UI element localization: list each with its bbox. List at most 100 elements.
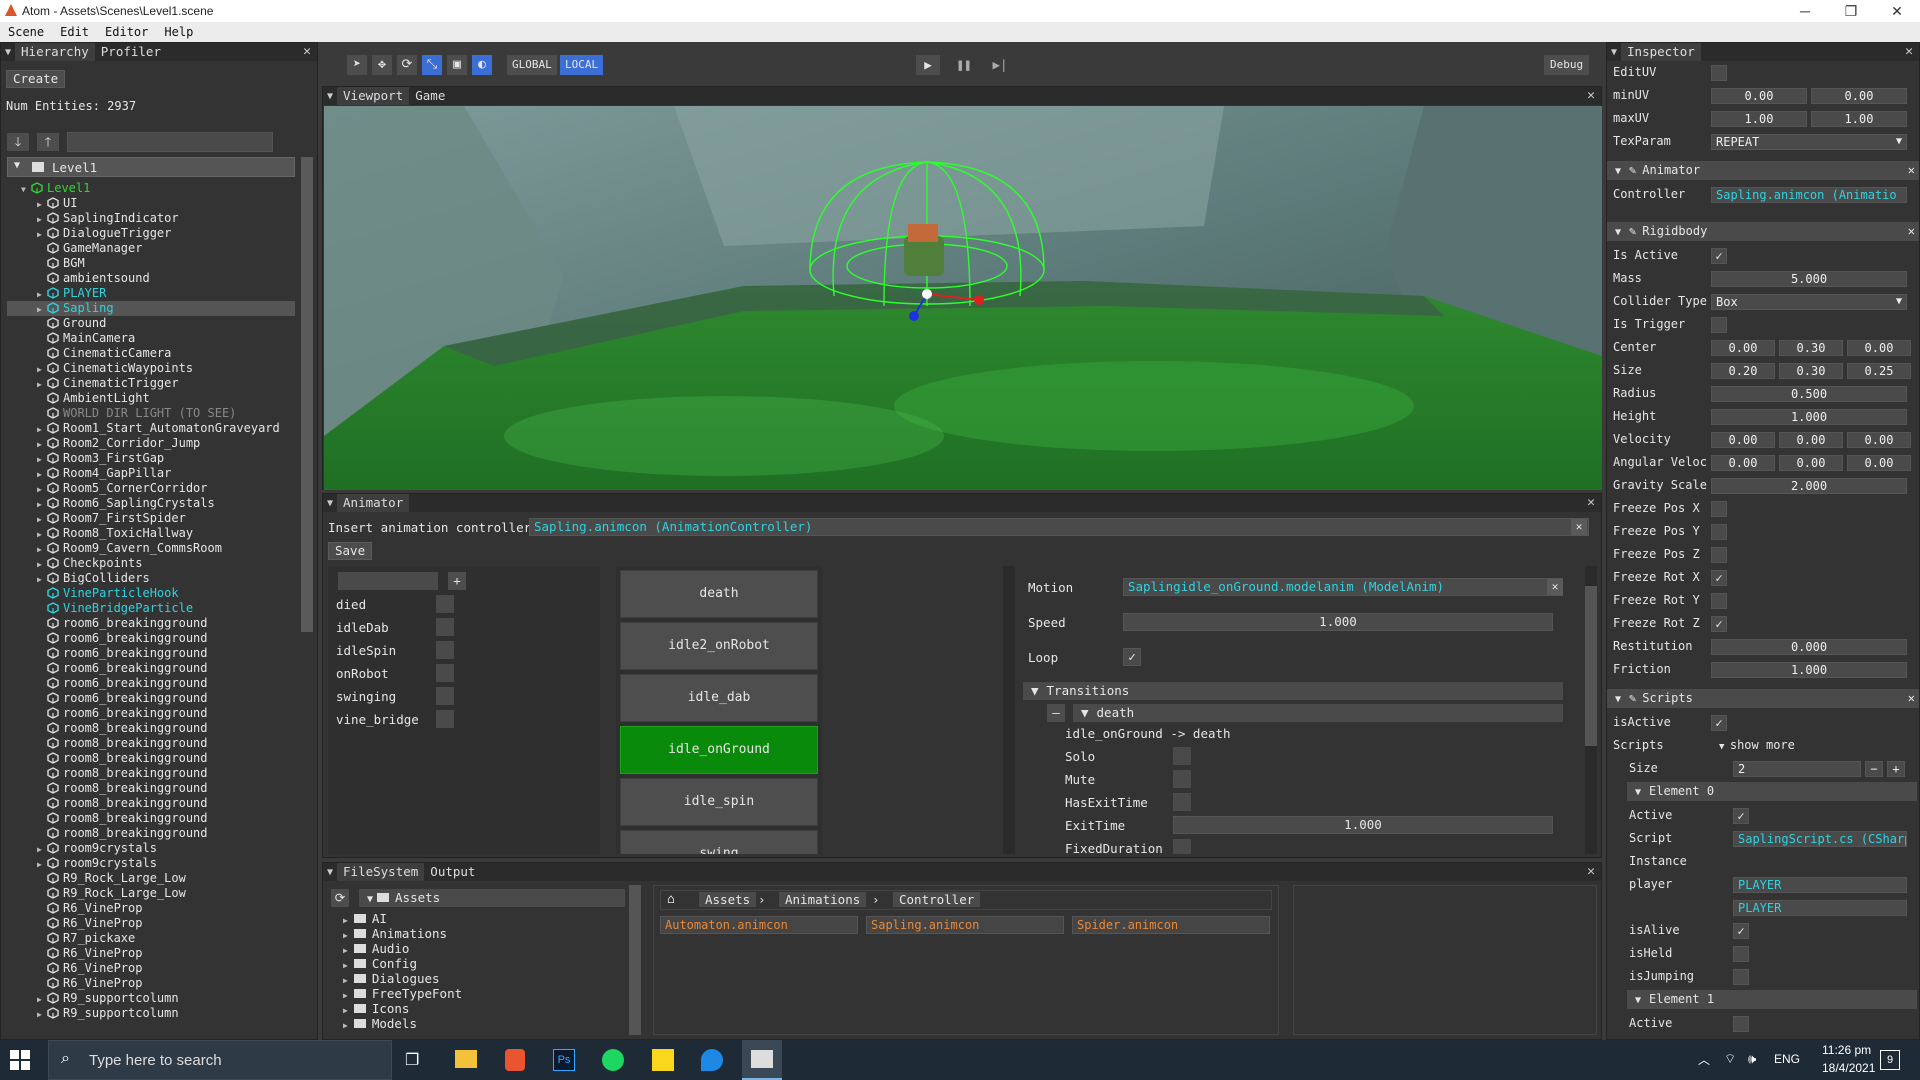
tree-item[interactable]: room6_breakingground (7, 631, 295, 646)
tree-item[interactable]: ▶ UI (7, 196, 295, 211)
chevron-right-icon[interactable]: ▶ (37, 572, 47, 587)
close-icon[interactable]: ✕ (1908, 161, 1915, 180)
tree-item[interactable]: ▶ SaplingIndicator (7, 211, 295, 226)
debug-button[interactable]: Debug (1544, 55, 1590, 75)
collapse-icon[interactable]: ▼ (323, 91, 337, 102)
chevron-right-icon[interactable]: ▶ (37, 227, 47, 242)
anim-state-button[interactable]: swing (620, 830, 818, 854)
chevron-up-icon[interactable]: ︿ (1698, 1051, 1710, 1068)
number-field[interactable]: 0.30 (1779, 363, 1843, 379)
number-field[interactable]: 0.00 (1847, 432, 1911, 448)
controller-field[interactable]: Sapling.animcon (Animatio (1711, 187, 1907, 203)
chevron-right-icon[interactable]: ▶ (37, 542, 47, 557)
fixed-checkbox[interactable] (1173, 839, 1191, 854)
hierarchy-search-input[interactable] (67, 132, 273, 152)
play-icon[interactable]: ▶ (916, 55, 940, 75)
number-field[interactable]: 0.00 (1711, 88, 1807, 104)
number-field[interactable]: 0.00 (1847, 455, 1911, 471)
close-button[interactable]: ✕ (1874, 0, 1920, 22)
details-scroll-thumb[interactable] (1585, 586, 1597, 746)
tree-item[interactable]: R9_Rock_Large_Low (7, 871, 295, 886)
increment-button[interactable]: + (1887, 761, 1905, 777)
tree-item[interactable]: room8_breakingground (7, 826, 295, 841)
mute-checkbox[interactable] (1173, 770, 1191, 788)
chevron-right-icon[interactable]: ▶ (37, 422, 47, 437)
move-down-icon[interactable]: 🡓 (7, 133, 29, 151)
tree-item[interactable]: R6_VineProp (7, 976, 295, 991)
tree-item[interactable]: ▶ R9_supportcolumn (7, 1006, 295, 1021)
tree-item[interactable]: VineBridgeParticle (7, 601, 295, 616)
hierarchy-scrollbar[interactable] (301, 157, 313, 632)
move-up-icon[interactable]: 🡑 (37, 133, 59, 151)
chevron-right-icon[interactable]: ▶ (37, 437, 47, 452)
component-header[interactable]: ▼ ✎ Rigidbody ✕ (1607, 222, 1919, 241)
tab-animator[interactable]: Animator (337, 494, 410, 512)
number-field[interactable]: 1.00 (1711, 111, 1807, 127)
clear-controller-icon[interactable]: ✕ (1571, 519, 1587, 535)
chevron-down-icon[interactable]: ▼ (21, 182, 31, 197)
tree-item[interactable]: room8_breakingground (7, 721, 295, 736)
checkbox[interactable]: ✓ (1711, 248, 1727, 264)
tree-item[interactable]: room8_breakingground (7, 736, 295, 751)
spotify-icon[interactable] (602, 1049, 624, 1071)
param-checkbox[interactable] (436, 664, 454, 682)
checkbox[interactable]: ✓ (1711, 616, 1727, 632)
create-button[interactable]: Create (6, 70, 66, 88)
collapse-icon[interactable]: ▼ (1, 47, 15, 58)
clear-motion-icon[interactable]: ✕ (1547, 579, 1563, 595)
tree-item[interactable]: ▶ R9_supportcolumn (7, 991, 295, 1006)
close-icon[interactable]: ✕ (1908, 222, 1915, 241)
tree-item[interactable]: ▶ CinematicTrigger (7, 376, 295, 391)
number-field[interactable]: 5.000 (1711, 271, 1907, 287)
tree-item[interactable]: WORLD DIR LIGHT (TO SEE) (7, 406, 295, 421)
menu-editor[interactable]: Editor (97, 25, 156, 39)
tree-item[interactable]: AmbientLight (7, 391, 295, 406)
file-item[interactable]: Spider.animcon (1072, 916, 1270, 934)
number-field[interactable]: 0.30 (1779, 340, 1843, 356)
add-param-icon[interactable]: + (448, 572, 466, 590)
tree-item[interactable]: room8_breakingground (7, 781, 295, 796)
number-field[interactable]: 2.000 (1711, 478, 1907, 494)
tree-item[interactable]: VineParticleHook (7, 586, 295, 601)
number-field[interactable]: 0.25 (1847, 363, 1911, 379)
chevron-right-icon[interactable]: ▶ (343, 976, 348, 985)
anim-state-button[interactable]: idle_onGround (620, 726, 818, 774)
crumb-controller[interactable]: Controller (893, 892, 981, 907)
checkbox[interactable] (1711, 524, 1727, 540)
tree-item[interactable]: R6_VineProp (7, 901, 295, 916)
chevron-right-icon[interactable]: ▶ (37, 377, 47, 392)
tree-item[interactable]: ▶ Room3_FirstGap (7, 451, 295, 466)
folder-scrollbar[interactable] (629, 885, 641, 1035)
param-checkbox[interactable] (436, 687, 454, 705)
player-field[interactable]: PLAYER (1733, 877, 1907, 893)
chevron-right-icon[interactable]: ▶ (37, 557, 47, 572)
tree-item[interactable]: room6_breakingground (7, 646, 295, 661)
crumb-assets[interactable]: Assets (699, 892, 757, 907)
wifi-icon[interactable]: ⌔ (1724, 1051, 1736, 1067)
chevron-down-icon[interactable]: ▼ (1607, 166, 1629, 177)
remove-transition-icon[interactable]: — (1047, 704, 1065, 722)
tree-item[interactable]: ▶ room9crystals (7, 841, 295, 856)
size-field[interactable]: 2 (1733, 761, 1861, 777)
tree-item[interactable]: ▶ Room4_GapPillar (7, 466, 295, 481)
folder-row[interactable]: ▶ Audio (343, 941, 409, 956)
checkbox[interactable]: ✓ (1733, 923, 1749, 939)
chevron-right-icon[interactable]: ▶ (37, 467, 47, 482)
sticky-notes-icon[interactable] (652, 1049, 674, 1071)
tree-item[interactable]: R6_VineProp (7, 946, 295, 961)
decrement-button[interactable]: − (1865, 761, 1883, 777)
chevron-right-icon[interactable]: ▶ (343, 991, 348, 1000)
tree-item[interactable]: room8_breakingground (7, 751, 295, 766)
rect-tool-icon[interactable]: ▣ (447, 55, 467, 75)
tree-item[interactable]: R6_VineProp (7, 916, 295, 931)
menu-help[interactable]: Help (156, 25, 201, 39)
tree-item[interactable]: ▶ Room6_SaplingCrystals (7, 496, 295, 511)
number-field[interactable]: 0.00 (1711, 432, 1775, 448)
collapse-icon[interactable]: ▼ (323, 498, 337, 509)
chevron-right-icon[interactable]: ▶ (343, 1021, 348, 1030)
tab-inspector[interactable]: Inspector (1621, 43, 1701, 61)
anim-state-button[interactable]: idle_dab (620, 674, 818, 722)
motion-field[interactable]: Saplingidle_onGround.modelanim (ModelAni… (1123, 578, 1563, 596)
tree-item[interactable]: BGM (7, 256, 295, 271)
tree-item[interactable]: room6_breakingground (7, 661, 295, 676)
